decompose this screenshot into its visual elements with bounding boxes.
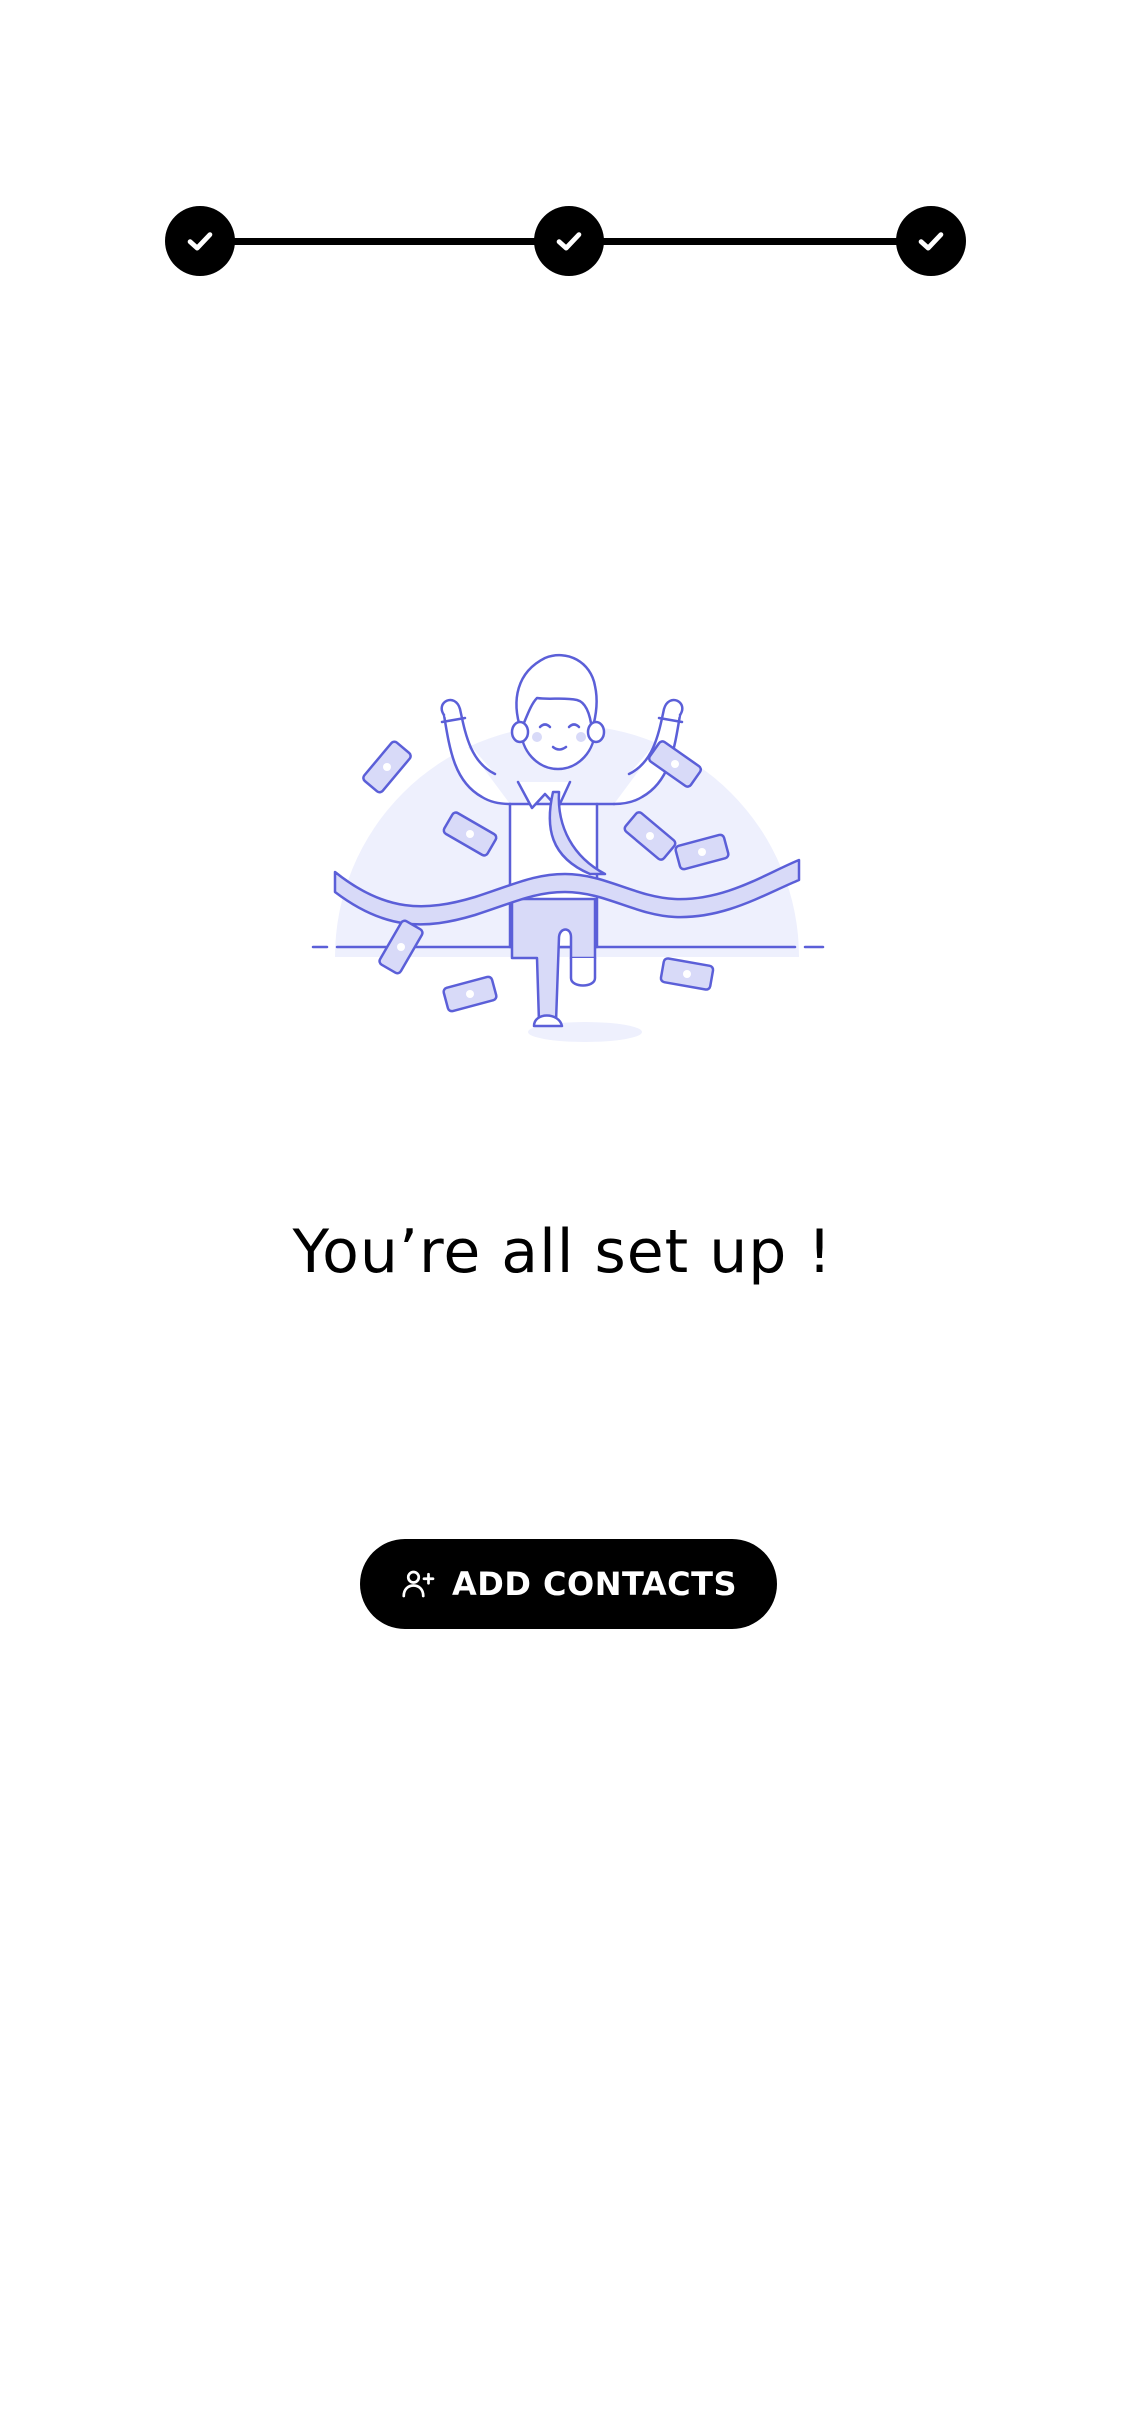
check-icon [187, 232, 213, 251]
page-title: You’re all set up ! [292, 1217, 833, 1287]
add-contacts-label: ADD CONTACTS [452, 1565, 737, 1603]
celebrating-man-finish-line-illustration [311, 653, 825, 1042]
add-user-icon [400, 1566, 436, 1602]
step-2-completed [534, 206, 604, 276]
check-icon [556, 232, 582, 251]
add-contacts-button[interactable]: ADD CONTACTS [360, 1539, 777, 1629]
check-icon [918, 232, 944, 251]
step-3-completed [896, 206, 966, 276]
celebration-illustration [305, 612, 830, 1052]
step-1-completed [165, 206, 235, 276]
progress-stepper [165, 206, 966, 276]
